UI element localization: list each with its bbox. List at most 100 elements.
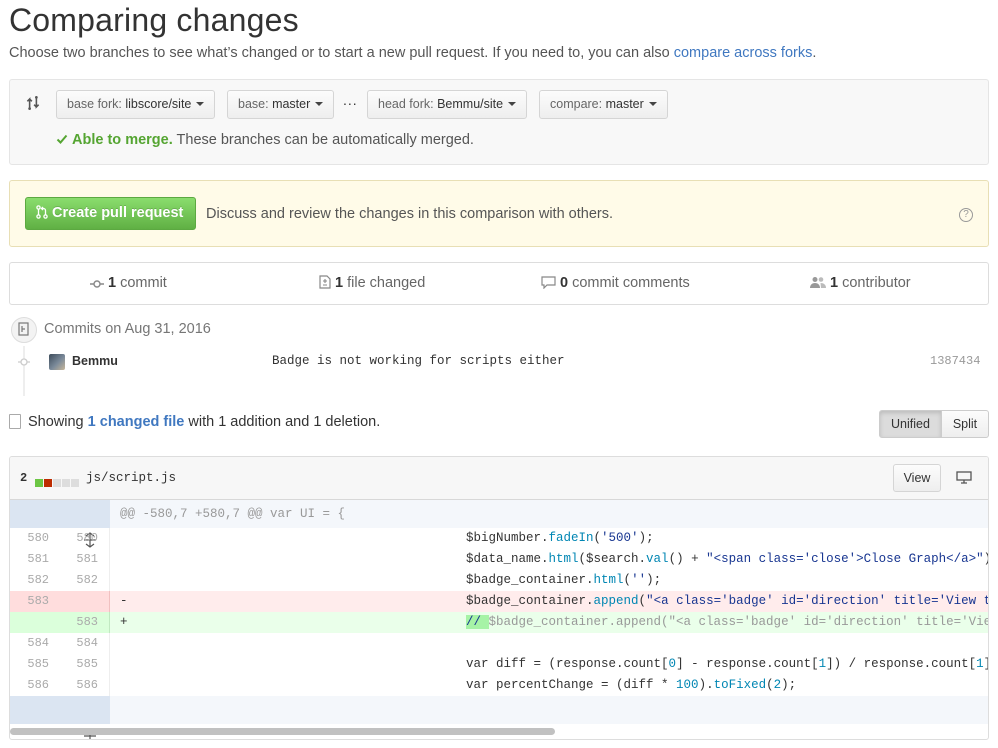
- page-title: Comparing changes: [9, 2, 299, 38]
- comments-count: 0: [560, 275, 569, 291]
- compare-across-forks-link[interactable]: compare across forks: [674, 45, 813, 61]
- file-header: 2 js/script.js View: [10, 457, 988, 500]
- diffstat-bar: [35, 474, 80, 490]
- base-value: master: [272, 97, 311, 111]
- numbers-summary: 1 commit 1 file changed 0 commit comment…: [9, 262, 989, 305]
- subtitle-text: Choose two branches to see what’s change…: [9, 45, 674, 61]
- old-line-number[interactable]: 581: [10, 549, 60, 570]
- chevron-down-icon: [648, 102, 657, 106]
- contributors-count: 1: [830, 275, 839, 291]
- old-line-number[interactable]: 585: [10, 654, 60, 675]
- compare-arrows-icon: [26, 96, 40, 110]
- old-line-number[interactable]: 580: [10, 528, 60, 549]
- file-name-link[interactable]: js/script.js: [86, 471, 176, 485]
- contributors-tab[interactable]: 1 contributor: [810, 275, 911, 291]
- base-branch-select[interactable]: base: master: [227, 90, 335, 119]
- chevron-down-icon: [196, 102, 205, 106]
- addition-marker: +: [120, 615, 128, 629]
- new-line-number[interactable]: 580: [60, 528, 110, 549]
- file-diff: 2 js/script.js View @@ -580,7 +580,7 @@ …: [9, 456, 989, 740]
- line-code: $data_name.html($search.val() + "<span c…: [466, 552, 988, 566]
- diff-line: 584 584: [10, 633, 988, 654]
- avatar[interactable]: [49, 354, 65, 370]
- create-pr-banner: Create pull request Discuss and review t…: [9, 180, 989, 247]
- diff-line: 581 581 $data_name.html($search.val() + "…: [10, 549, 988, 570]
- expand-down-icon[interactable]: [10, 696, 110, 739]
- display-rich-diff-icon[interactable]: [956, 471, 972, 484]
- compare-label: compare:: [550, 97, 606, 111]
- range-editor: base fork: libscore/site base: master ..…: [9, 79, 989, 165]
- people-icon: [810, 277, 826, 288]
- base-fork-label: base fork:: [67, 97, 126, 111]
- check-icon: [56, 134, 68, 144]
- range-dots: ...: [343, 92, 358, 108]
- old-line-number[interactable]: 584: [10, 633, 60, 654]
- head-fork-select[interactable]: head fork: Bemmu/site: [367, 90, 528, 119]
- changed-files-link[interactable]: 1 changed file: [88, 414, 185, 430]
- unified-view-button[interactable]: Unified: [879, 410, 942, 438]
- commits-group-icon: [11, 317, 37, 343]
- file-icon: [9, 414, 21, 429]
- new-line-number[interactable]: 584: [60, 633, 110, 654]
- diff-summary: Showing 1 changed file with 1 addition a…: [28, 414, 380, 430]
- deleted-line: 583 - $badge_container.append("<a class=…: [10, 591, 988, 612]
- create-pull-request-button[interactable]: Create pull request: [25, 197, 196, 230]
- expand-row: [10, 696, 988, 739]
- base-fork-select[interactable]: base fork: libscore/site: [56, 90, 216, 119]
- commits-label: commit: [116, 275, 167, 291]
- old-line-number[interactable]: 583: [10, 591, 60, 612]
- commit-author-link[interactable]: Bemmu: [72, 354, 118, 368]
- commit-dot-icon: [18, 358, 30, 366]
- question-icon[interactable]: ?: [959, 208, 973, 222]
- chevron-down-icon: [315, 102, 324, 106]
- commit-message-link[interactable]: Badge is not working for scripts either: [272, 354, 565, 368]
- new-line-number[interactable]: 583: [60, 612, 110, 633]
- deletion-marker: -: [120, 594, 128, 608]
- expand-up-icon[interactable]: [10, 500, 110, 548]
- commits-count: 1: [108, 275, 117, 291]
- summary-suffix: with 1 addition and 1 deletion.: [184, 414, 381, 430]
- line-code: var diff = (response.count[0] - response…: [466, 657, 988, 671]
- line-code: var percentChange = (diff * 100).toFixed…: [466, 678, 797, 692]
- old-line-number[interactable]: 586: [10, 675, 60, 696]
- compare-value: master: [605, 97, 644, 111]
- new-line-number[interactable]: 581: [60, 549, 110, 570]
- timeline-line: [23, 346, 25, 396]
- new-line-number[interactable]: 582: [60, 570, 110, 591]
- added-line: 583 + // $badge_container.append("<a cla…: [10, 612, 988, 633]
- subtitle-end: .: [812, 45, 817, 61]
- compare-branch-select[interactable]: compare: master: [539, 90, 668, 119]
- head-fork-value: Bemmu/site: [437, 97, 504, 111]
- diff-line: 580 580 $bigNumber.fadeIn('500');: [10, 528, 988, 549]
- create-pull-request-label: Create pull request: [52, 205, 184, 221]
- diff-line: 586 586 var percentChange = (diff * 100).…: [10, 675, 988, 696]
- new-line-number[interactable]: 585: [60, 654, 110, 675]
- split-view-button[interactable]: Split: [941, 410, 989, 438]
- commits-count-tab[interactable]: 1 commit: [90, 275, 167, 291]
- diff-count: 2: [20, 471, 28, 485]
- chevron-down-icon: [508, 102, 517, 106]
- new-line-number[interactable]: 586: [60, 675, 110, 696]
- view-file-button[interactable]: View: [893, 464, 941, 492]
- merge-ok-text: Able to merge.: [72, 132, 173, 148]
- comment-icon: [541, 276, 556, 290]
- line-code: $badge_container.append("<a class='badge…: [466, 594, 989, 608]
- new-line-number[interactable]: [60, 591, 110, 612]
- file-diff-icon: [319, 275, 331, 289]
- merge-status-text: These branches can be automatically merg…: [172, 132, 474, 148]
- line-code: $bigNumber.fadeIn('500');: [466, 531, 654, 545]
- old-line-number[interactable]: [10, 612, 60, 633]
- files-changed-tab[interactable]: 1 file changed: [319, 275, 425, 291]
- commit-icon: [90, 280, 104, 288]
- old-line-number[interactable]: 582: [10, 570, 60, 591]
- merge-status: Able to merge. These branches can be aut…: [56, 132, 474, 148]
- hunk-header-row: @@ -580,7 +580,7 @@ var UI = {: [10, 500, 988, 548]
- commit-sha-link[interactable]: 1387434: [930, 354, 980, 368]
- files-label: file changed: [343, 275, 426, 291]
- horizontal-scrollbar[interactable]: [10, 728, 555, 735]
- contributors-label: contributor: [838, 275, 911, 291]
- diff-line: 585 585 var diff = (response.count[0] - r…: [10, 654, 988, 675]
- files-count: 1: [335, 275, 344, 291]
- commit-comments-tab[interactable]: 0 commit comments: [541, 275, 690, 291]
- line-code: $badge_container.html('');: [466, 573, 662, 587]
